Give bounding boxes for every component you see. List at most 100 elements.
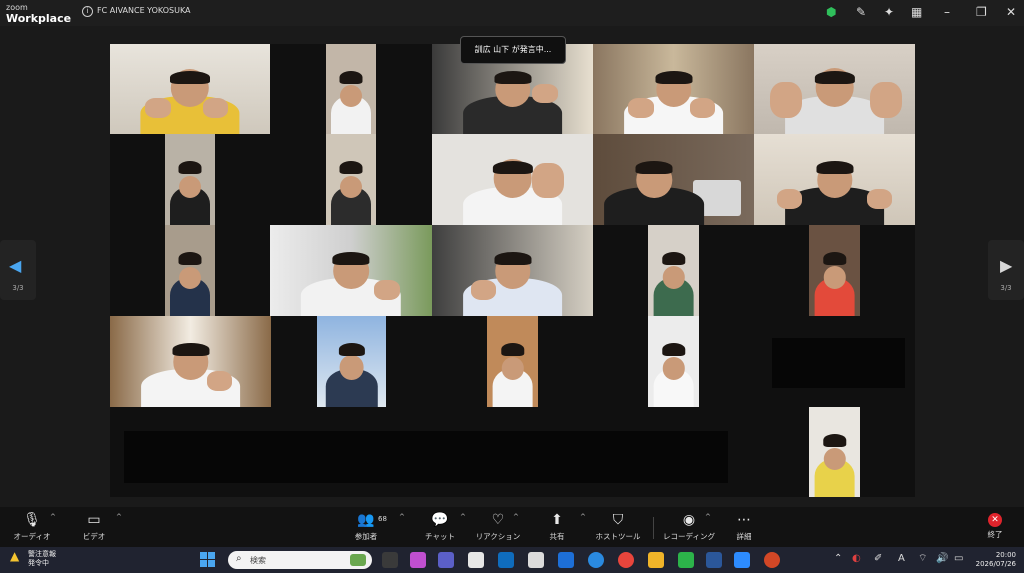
apps-grid-icon[interactable]: ▦ [911, 5, 922, 19]
clock-date: 2026/07/26 [975, 560, 1016, 568]
zoom-icon[interactable] [734, 552, 750, 568]
tray-app-icon[interactable]: ◐ [852, 553, 861, 565]
prev-page-button[interactable]: ◀ 3/3 [0, 240, 36, 300]
task-view-icon[interactable] [382, 552, 398, 568]
taskbar-search-box[interactable]: ⌕ 検索 [228, 551, 372, 569]
search-icon: ⌕ [236, 553, 242, 564]
word-icon[interactable] [706, 552, 722, 568]
warning-icon: ▲ [10, 549, 20, 563]
video-tile-empty [215, 134, 326, 225]
line-icon[interactable] [678, 552, 694, 568]
close-icon[interactable]: ✕ [1006, 5, 1016, 19]
windows-start-icon[interactable] [200, 552, 216, 568]
next-page-button[interactable]: ▶ 3/3 [988, 240, 1024, 300]
video-tile[interactable] [110, 316, 271, 407]
more-icon: ⋯ [737, 512, 751, 528]
share-options-caret[interactable]: ^ [580, 513, 586, 521]
store-icon[interactable] [498, 552, 514, 568]
participants-button[interactable]: 👥 参加者 [336, 511, 396, 542]
end-button[interactable]: ✕ 終了 [965, 511, 1024, 540]
chevron-right-icon: ▶ [1000, 256, 1013, 275]
participants-label: 参加者 [354, 532, 378, 541]
info-icon[interactable]: i [82, 6, 93, 17]
magic-wand-icon[interactable]: ✎ [856, 5, 866, 19]
powerpoint-icon[interactable] [764, 552, 780, 568]
end-label: 終了 [987, 530, 1003, 539]
page-indicator-left: 3/3 [12, 284, 24, 292]
record-options-caret[interactable]: ^ [705, 513, 711, 521]
video-tile[interactable] [754, 44, 915, 134]
chat-options-caret[interactable]: ^ [460, 513, 466, 521]
video-tile-empty [593, 225, 648, 316]
taskbar-clock[interactable]: 20:00 2026/07/26 [976, 551, 1016, 569]
video-tile[interactable] [487, 316, 538, 407]
minimize-icon[interactable]: – [944, 5, 950, 19]
ime-icon[interactable]: A [898, 553, 905, 565]
video-tile-empty [271, 316, 317, 407]
app-icon[interactable] [528, 552, 544, 568]
search-placeholder: 検索 [250, 556, 266, 565]
weather-alert-widget[interactable]: ▲ 警注意報 発令中 [10, 550, 56, 568]
video-tile-empty [754, 407, 809, 497]
close-circle-icon: ✕ [988, 513, 1002, 527]
video-tile[interactable] [754, 134, 915, 225]
zoom-logo: zoom Workplace [6, 3, 71, 24]
speaker-icon[interactable]: 🔊 [936, 553, 948, 565]
battery-icon[interactable]: ▭ [954, 553, 963, 565]
reactions-label: リアクション [475, 532, 521, 541]
video-tile[interactable] [432, 134, 593, 225]
host-tools-button[interactable]: ⛉ ホストツール [588, 511, 648, 542]
mail-icon[interactable] [558, 552, 574, 568]
video-label: ビデオ [82, 532, 106, 541]
shield-icon[interactable]: ⬢ [826, 5, 836, 19]
video-tile[interactable] [648, 225, 699, 316]
host-tools-label: ホストツール [595, 532, 641, 541]
video-tile-empty [699, 316, 754, 407]
photos-icon[interactable] [468, 552, 484, 568]
video-tile[interactable] [809, 225, 860, 316]
video-tile[interactable] [270, 225, 432, 316]
search-highlight-icon [350, 554, 366, 566]
video-tile[interactable] [110, 44, 270, 134]
video-tile[interactable] [326, 134, 376, 225]
audio-options-caret[interactable]: ^ [50, 513, 56, 521]
page-indicator-right: 3/3 [1000, 284, 1012, 292]
participants-options-caret[interactable]: ^ [399, 513, 405, 521]
participants-count: 68 [378, 515, 387, 523]
video-tile[interactable] [432, 225, 593, 316]
video-tile[interactable] [165, 134, 215, 225]
chevron-up-icon[interactable]: ⌃ [834, 553, 842, 565]
video-tile[interactable] [326, 44, 376, 134]
video-tile-empty [270, 44, 326, 134]
video-tile[interactable] [809, 407, 860, 497]
title-bar: zoom Workplace i FC AIVANCE YOKOSUKA ⬢ ✎ … [0, 0, 1024, 26]
reactions-options-caret[interactable]: ^ [513, 513, 519, 521]
pen-icon[interactable]: ✐ [874, 553, 882, 565]
reactions-button[interactable]: ♡ リアクション [468, 511, 528, 542]
video-tile[interactable] [593, 134, 754, 225]
video-tile-empty [110, 134, 165, 225]
video-tile[interactable] [593, 44, 754, 134]
meeting-title-text: FC AIVANCE YOKOSUKA [97, 6, 191, 15]
video-tile-empty [754, 316, 915, 407]
restore-icon[interactable]: ❐ [976, 5, 987, 19]
video-options-caret[interactable]: ^ [116, 513, 122, 521]
wifi-icon[interactable]: ⌔ [918, 553, 927, 565]
sparkle-icon[interactable]: ✦ [884, 5, 894, 19]
video-button[interactable]: ▭ ビデオ [64, 511, 124, 542]
video-tile[interactable] [317, 316, 386, 407]
share-button[interactable]: ⬆ 共有 [527, 511, 587, 542]
folder-icon[interactable] [648, 552, 664, 568]
video-tile[interactable] [648, 316, 699, 407]
video-tile-empty [538, 316, 648, 407]
edge-icon[interactable] [588, 552, 604, 568]
teams-icon[interactable] [438, 552, 454, 568]
video-tile-empty [215, 225, 270, 316]
more-button[interactable]: ⋯ 詳細 [714, 511, 774, 542]
video-tile[interactable] [165, 225, 215, 316]
share-screen-icon: ⬆ [551, 512, 563, 528]
meeting-title[interactable]: i FC AIVANCE YOKOSUKA [82, 6, 191, 17]
copilot-icon[interactable] [410, 552, 426, 568]
chrome-icon[interactable] [618, 552, 634, 568]
camera-icon: ▭ [87, 512, 101, 528]
